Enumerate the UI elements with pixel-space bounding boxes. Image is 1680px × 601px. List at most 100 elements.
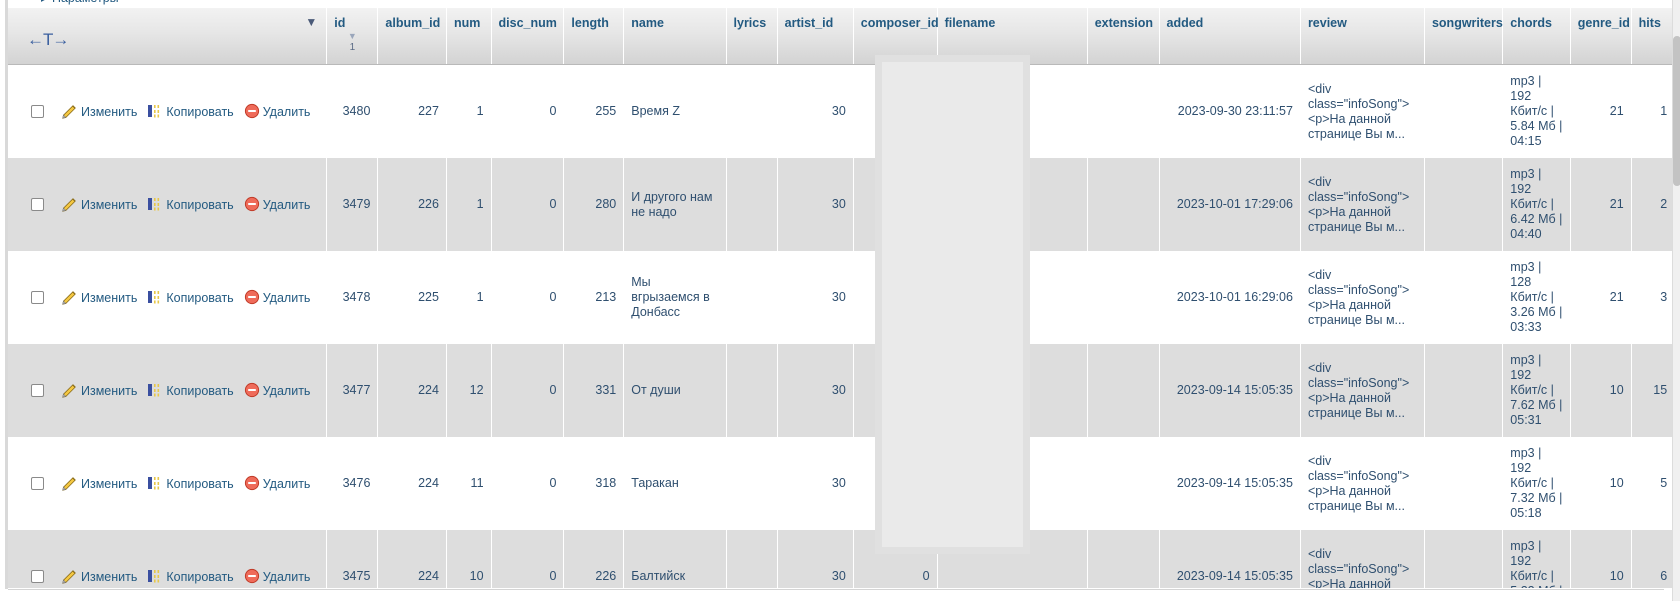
header-col-disc_num-label: disc_num <box>498 16 557 30</box>
header-actions[interactable]: ▼ ←T→ <box>8 8 328 65</box>
row-actions-cell[interactable]: Изменить Копировать Удалить <box>8 530 328 588</box>
header-col-extension[interactable]: extension <box>1087 8 1160 65</box>
row-actions-cell[interactable]: Изменить Копировать Удалить <box>8 158 328 251</box>
options-panel-header[interactable]: ▸ Параметры <box>8 0 288 8</box>
cell-lyrics <box>726 344 778 437</box>
cell-artist_id: 30 <box>777 251 854 344</box>
vertical-scrollbar[interactable] <box>1672 0 1680 601</box>
cell-genre_id: 10 <box>1570 437 1632 530</box>
table-row[interactable]: Изменить Копировать Удалить 3477 224 12 0 331 От… <box>8 344 1672 437</box>
header-col-artist_id[interactable]: artist_id <box>777 8 854 65</box>
chevron-down-icon[interactable]: ▼ <box>305 16 317 28</box>
left-gutter <box>0 0 8 601</box>
cell-chords: mp3 | 192 Кбит/с | 6.42 Мб | 04:40 <box>1502 158 1571 251</box>
copy-row-link[interactable]: Копировать <box>147 291 234 305</box>
cell-added: 2023-10-01 17:29:06 <box>1159 158 1301 251</box>
cell-length: 331 <box>563 344 625 437</box>
edit-row-label: Изменить <box>81 384 138 398</box>
edit-row-link[interactable]: Изменить <box>62 198 137 212</box>
row-select-checkbox[interactable] <box>31 477 44 490</box>
row-actions-cell[interactable]: Изменить Копировать Удалить <box>8 437 328 530</box>
header-col-genre_id[interactable]: genre_id <box>1570 8 1632 65</box>
cell-lyrics <box>726 437 778 530</box>
row-select-checkbox[interactable] <box>31 570 44 583</box>
delete-row-link[interactable]: Удалить <box>244 382 310 398</box>
cell-artist_id: 30 <box>777 158 854 251</box>
table-row[interactable]: Изменить Копировать Удалить 3478 225 1 0 213 Мы … <box>8 251 1672 344</box>
edit-row-link[interactable]: Изменить <box>62 105 137 119</box>
header-col-composer_id[interactable]: composer_id <box>853 8 939 65</box>
header-col-filename[interactable]: filename <box>937 8 1088 65</box>
copy-row-label: Копировать <box>166 291 234 305</box>
delete-row-link[interactable]: Удалить <box>244 289 311 305</box>
pencil-icon <box>62 570 76 584</box>
header-col-disc_num[interactable]: disc_num <box>491 8 565 65</box>
table-row[interactable]: Изменить Копировать Удалить 3475 224 10 0 226 Ба… <box>8 530 1672 588</box>
delete-row-link[interactable]: Удалить <box>244 196 310 212</box>
cell-hits: 6 <box>1631 530 1672 588</box>
copy-row-link[interactable]: Копировать <box>147 105 234 119</box>
row-select-checkbox[interactable] <box>31 105 44 118</box>
delete-row-link[interactable]: Удалить <box>244 103 311 119</box>
edit-row-label: Изменить <box>81 105 138 119</box>
row-select-checkbox[interactable] <box>31 384 44 397</box>
copy-icon <box>148 384 160 397</box>
cell-filename <box>937 437 1088 530</box>
header-col-name[interactable]: name <box>623 8 727 65</box>
table-row[interactable]: Изменить Копировать Удалить 3480 227 1 0 255 Вре… <box>8 64 1672 158</box>
header-col-length[interactable]: length <box>563 8 625 65</box>
row-actions-cell[interactable]: Изменить Копировать Удалить <box>8 251 328 344</box>
header-col-album_id[interactable]: album_id <box>377 8 447 65</box>
delete-row-label: Удалить <box>262 105 311 119</box>
edit-row-link[interactable]: Изменить <box>62 384 137 398</box>
table-row[interactable]: Изменить Копировать Удалить 3476 224 11 0 318 Та… <box>8 437 1672 530</box>
row-actions-cell[interactable]: Изменить Копировать Удалить <box>8 344 328 437</box>
cell-chords: mp3 | 192 Кбит/с | 5.22 Мб | 03:46 <box>1502 530 1571 588</box>
header-col-added-label: added <box>1166 16 1204 30</box>
header-col-hits[interactable]: hits <box>1631 8 1672 65</box>
edit-row-link[interactable]: Изменить <box>62 570 137 584</box>
copy-row-link[interactable]: Копировать <box>147 384 234 398</box>
edit-row-link[interactable]: Изменить <box>62 477 137 491</box>
cell-hits: 15 <box>1631 344 1672 437</box>
delete-row-label: Удалить <box>262 570 311 584</box>
header-col-songwriters-label: songwriters <box>1431 16 1503 30</box>
pencil-icon <box>62 105 76 119</box>
header-col-num[interactable]: num <box>446 8 492 65</box>
header-col-filename-label: filename <box>944 16 996 30</box>
cell-disc_num: 0 <box>491 251 565 344</box>
cell-songwriters <box>1424 344 1504 437</box>
pencil-icon <box>62 384 76 398</box>
vertical-scrollbar-thumb[interactable] <box>1673 36 1680 186</box>
edit-row-link[interactable]: Изменить <box>62 291 137 305</box>
header-col-review[interactable]: review <box>1300 8 1425 65</box>
row-select-checkbox[interactable] <box>31 198 44 211</box>
row-actions-cell[interactable]: Изменить Копировать Удалить <box>8 64 328 158</box>
delete-row-link[interactable]: Удалить <box>244 568 311 584</box>
header-col-songwriters[interactable]: songwriters <box>1424 8 1504 65</box>
phpmyadmin-browse-page: ▸ Параметры <box>0 0 1680 601</box>
delete-icon <box>244 196 259 212</box>
cell-chords: mp3 | 192 Кбит/с | 7.32 Мб | 05:18 <box>1502 437 1571 530</box>
copy-row-label: Копировать <box>166 105 234 119</box>
copy-icon <box>148 477 160 490</box>
cell-lyrics <box>726 251 778 344</box>
header-col-lyrics[interactable]: lyrics <box>726 8 778 65</box>
results-table-viewport[interactable]: ▼ ←T→ id ▼ 1 album_id num disc_num lengt… <box>8 8 1672 588</box>
copy-row-link[interactable]: Копировать <box>147 198 234 212</box>
delete-icon <box>244 382 259 398</box>
cell-lyrics <box>726 530 778 588</box>
cell-added: 2023-09-14 15:05:35 <box>1159 530 1301 588</box>
delete-row-label: Удалить <box>262 291 311 305</box>
cell-lyrics <box>726 64 778 158</box>
row-select-checkbox[interactable] <box>31 291 44 304</box>
header-col-chords[interactable]: chords <box>1502 8 1571 65</box>
table-row[interactable]: Изменить Копировать Удалить 3479 226 1 0 280 И д… <box>8 158 1672 251</box>
copy-row-link[interactable]: Копировать <box>147 570 234 584</box>
header-col-added[interactable]: added <box>1159 8 1301 65</box>
header-col-id[interactable]: id ▼ 1 <box>326 8 379 65</box>
column-resize-marker-icon[interactable]: ←T→ <box>27 30 69 50</box>
copy-icon <box>148 570 160 583</box>
delete-row-link[interactable]: Удалить <box>244 475 310 491</box>
copy-row-link[interactable]: Копировать <box>147 477 234 491</box>
